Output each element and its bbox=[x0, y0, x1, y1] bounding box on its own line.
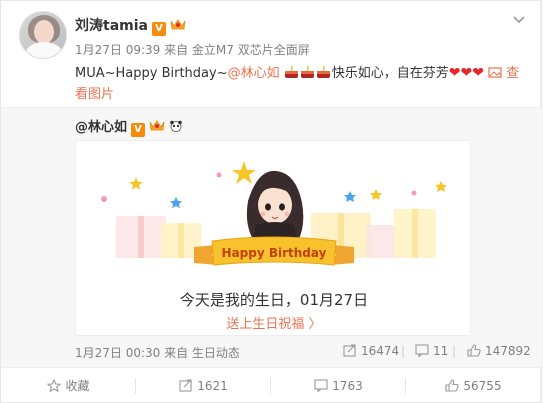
action-bar: 收藏 1621 1763 56755 bbox=[1, 367, 542, 403]
cake-icon bbox=[316, 66, 330, 78]
birthday-text: 今天是我的生日，01月27日 bbox=[179, 291, 369, 309]
weibo-card: 刘涛tamia V 1月27日 09:39 来自 金立M7 双芯片全面屏 MUA~… bbox=[0, 0, 542, 403]
mention-link[interactable]: @林心如 bbox=[228, 66, 280, 81]
comment-count: 11 bbox=[433, 344, 449, 358]
comment-icon bbox=[314, 379, 328, 392]
avatar[interactable] bbox=[19, 11, 67, 59]
cake-icon bbox=[300, 66, 314, 78]
repost-button[interactable]: 1621 bbox=[136, 368, 271, 403]
crown-icon bbox=[149, 120, 165, 131]
send-wish-link[interactable]: 送上生日祝福 〉 bbox=[76, 313, 470, 332]
heart-icon: ❤ bbox=[472, 65, 484, 81]
repost-author-name[interactable]: @林心如 bbox=[75, 120, 127, 135]
post-content: MUA~Happy Birthday~@林心如 快乐如心，自在芬芳❤❤❤ 查看图… bbox=[75, 63, 530, 105]
repost-action-count: 1621 bbox=[197, 379, 228, 393]
share-icon bbox=[179, 379, 192, 392]
repost-time: 1月27日 00:30 来自 生日动态 bbox=[75, 346, 240, 360]
post-meta: 1月27日 09:39 来自 金立M7 双芯片全面屏 bbox=[75, 43, 310, 57]
birthday-card[interactable]: Happy Birthday 今天是我的生日，01月27日 送上生日祝福 〉 bbox=[75, 140, 471, 336]
banner-text: Happy Birthday bbox=[222, 246, 327, 260]
like-count: 147892 bbox=[485, 344, 531, 358]
comment-count-button[interactable]: 11 bbox=[415, 344, 448, 358]
username-text[interactable]: 刘涛tamia bbox=[75, 18, 148, 34]
repost-divider-2: | bbox=[452, 344, 457, 358]
thumbs-up-icon bbox=[467, 344, 481, 357]
repost-count: 16474 bbox=[361, 344, 400, 358]
post-text-prefix: MUA~Happy Birthday~ bbox=[75, 66, 228, 81]
cake-icon bbox=[284, 66, 298, 78]
like-action-count: 56755 bbox=[463, 379, 502, 393]
panda-icon bbox=[170, 120, 182, 132]
favorite-label: 收藏 bbox=[65, 379, 90, 393]
repost-divider-1: | bbox=[401, 344, 406, 358]
repost-count-button[interactable]: 16474 bbox=[343, 344, 399, 358]
star-icon bbox=[47, 379, 62, 392]
heart-icon: ❤ bbox=[460, 65, 473, 81]
heart-icon: ❤ bbox=[448, 65, 461, 81]
image-icon bbox=[488, 67, 502, 78]
chevron-down-icon[interactable] bbox=[512, 15, 526, 25]
verified-badge-icon: V bbox=[131, 123, 146, 137]
repost-box: @林心如 V Happy Birthday 今天是我的生日，01月27日 送上生… bbox=[1, 107, 542, 367]
like-count-button[interactable]: 147892 bbox=[467, 344, 531, 358]
crown-icon bbox=[170, 19, 186, 30]
verified-badge-icon: V bbox=[151, 22, 166, 36]
comment-icon bbox=[415, 344, 429, 357]
comment-button[interactable]: 1763 bbox=[271, 368, 406, 403]
favorite-button[interactable]: 收藏 bbox=[1, 368, 136, 403]
like-button[interactable]: 56755 bbox=[406, 368, 541, 403]
share-icon bbox=[343, 344, 356, 357]
comment-action-count: 1763 bbox=[332, 379, 363, 393]
thumbs-up-icon bbox=[445, 379, 460, 392]
repost-author[interactable]: @林心如 V bbox=[75, 116, 183, 137]
username[interactable]: 刘涛tamia V bbox=[75, 15, 187, 36]
post-text-suffix: 快乐如心，自在芬芳 bbox=[331, 66, 449, 81]
